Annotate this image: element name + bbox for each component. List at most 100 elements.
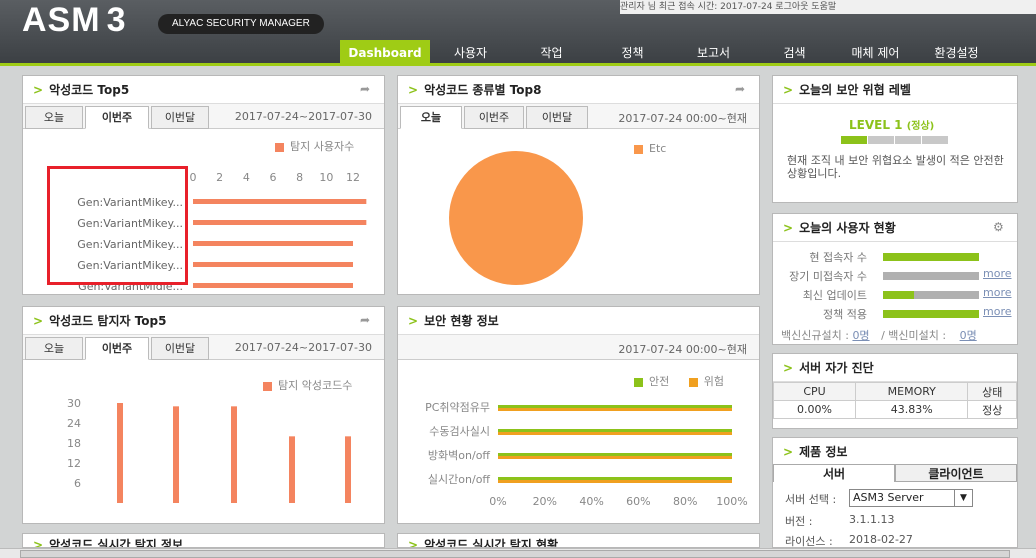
- version-value: 3.1.1.13: [849, 513, 895, 526]
- security-status-chart: PC취약점유무수동검사실시방화벽on/off 실시간on/off 0% 20% 40% 6…: [425, 400, 748, 508]
- more-link[interactable]: more: [983, 286, 1012, 299]
- tab-today[interactable]: 오늘: [25, 106, 83, 129]
- vaccine-new-link[interactable]: 0명: [852, 329, 869, 342]
- more-link[interactable]: more: [983, 305, 1012, 318]
- product-info-panel: > 제품 정보 서버 클라이언트 서버 선택 : ASM3 Server ▼ 버전 …: [772, 437, 1018, 548]
- bar-risk: [498, 408, 732, 411]
- nav-settings[interactable]: 환경설정: [916, 40, 997, 66]
- nav-search[interactable]: 검색: [754, 40, 835, 66]
- nav-media-control[interactable]: 매체 제어: [835, 40, 916, 66]
- tab-this-month[interactable]: 이번달: [151, 337, 209, 360]
- server-select[interactable]: ASM3 Server ▼: [849, 489, 973, 507]
- tab-server[interactable]: 서버: [773, 464, 895, 482]
- tab-this-month[interactable]: 이번달: [526, 106, 588, 129]
- tab-this-week[interactable]: 이번주: [85, 337, 149, 360]
- category-label: 실시간on/off: [428, 473, 490, 486]
- tab-today[interactable]: 오늘: [25, 337, 83, 360]
- panel-title: > 악성코드 Top5 ➦: [23, 76, 384, 104]
- asm-logo[interactable]: ASM 3: [22, 0, 126, 40]
- license-label: 라이선스 :: [785, 535, 833, 548]
- tab-bar: 오늘 이번주 이번달 2017-07-24~2017-07-30: [23, 335, 384, 360]
- panel-title: > 보안 현황 정보: [398, 307, 759, 335]
- bar: [193, 262, 353, 267]
- panel-title: 악성코드 실시간 탐지 정보: [49, 538, 184, 548]
- nav-policy[interactable]: 정책: [592, 40, 673, 66]
- y-tick-label: 18: [67, 437, 81, 450]
- value-status: 정상: [967, 400, 1017, 419]
- bar: [173, 406, 179, 503]
- share-arrow-icon[interactable]: ➦: [360, 314, 372, 326]
- detector-top5-panel: > 악성코드 탐지자 Top5 ➦ 오늘 이번주 이번달 2017-07-24~20…: [22, 306, 385, 524]
- realtime-detect-info-panel: > 악성코드 실시간 탐지 정보: [22, 533, 385, 548]
- top-info-strip: 관리자 님 최근 접속 시간: 2017-07-24 로그아웃 도움말: [620, 0, 1036, 14]
- main-nav: Dashboard 사용자 작업 정책 보고서 검색 매체 제어 환경설정: [340, 40, 997, 66]
- bar-safe: [498, 477, 732, 480]
- nav-dashboard[interactable]: Dashboard: [340, 40, 430, 66]
- scrollbar-thumb[interactable]: [20, 550, 1010, 558]
- value-memory: 43.83%: [855, 400, 969, 419]
- nav-users[interactable]: 사용자: [430, 40, 511, 66]
- level-segment: [895, 136, 921, 144]
- stat-row-latest-update: 최신 업데이트 more: [802, 286, 1012, 302]
- stat-bar: [883, 310, 979, 318]
- bar: [193, 241, 353, 246]
- date-bar: 2017-07-24 00:00~현재: [398, 335, 759, 360]
- nav-tasks[interactable]: 작업: [511, 40, 592, 66]
- tab-this-month[interactable]: 이번달: [151, 106, 209, 129]
- tab-this-week[interactable]: 이번주: [464, 106, 524, 129]
- tab-client[interactable]: 클라이언트: [895, 464, 1017, 482]
- panel-title: > 제품 정보: [773, 438, 1017, 466]
- header-bar: ASM 3 ALYAC SECURITY MANAGER 관리자 님 최근 접속 …: [0, 0, 1036, 66]
- x-tick-label: 12: [346, 171, 360, 184]
- level-segment: [868, 136, 894, 144]
- bar-risk: [498, 432, 732, 435]
- x-tick-label: 4: [243, 171, 250, 184]
- nav-reports[interactable]: 보고서: [673, 40, 754, 66]
- panel-title: > 악성코드 종류별 Top8 ➦: [398, 76, 759, 104]
- x-tick-label: 2: [216, 171, 223, 184]
- version-label: 버전 :: [785, 515, 813, 528]
- share-arrow-icon[interactable]: ➦: [360, 83, 372, 95]
- server-diag-table: CPU MEMORY 상태 0.00% 43.83% 정상: [772, 382, 1017, 419]
- panel-title: > 악성코드 탐지자 Top5 ➦: [23, 307, 384, 335]
- bar-risk: [498, 480, 732, 483]
- y-tick-label: 6: [74, 477, 81, 490]
- user-status-panel: > 오늘의 사용자 현황 ⚙ 현 접속자 수 장기 미접속자 수 more 최신 업…: [772, 213, 1018, 345]
- horizontal-scrollbar[interactable]: [0, 548, 1036, 558]
- x-tick-label: 100%: [716, 495, 747, 508]
- x-tick-label: 6: [270, 171, 277, 184]
- stat-bar: [883, 253, 979, 261]
- bar-safe: [498, 405, 732, 408]
- date-range: 2017-07-24~2017-07-30: [234, 341, 372, 354]
- product-tagline: ALYAC SECURITY MANAGER: [158, 14, 324, 34]
- stat-bar: [883, 272, 979, 280]
- stat-fill: [883, 291, 914, 299]
- panel-title: > 오늘의 보안 위협 레벨: [773, 76, 1017, 104]
- detector-top5-chart: 6 12 18 24 30: [67, 397, 351, 503]
- malware-type-top8-panel: > 악성코드 종류별 Top8 ➦ 오늘 이번주 이번달 2017-07-24 00…: [397, 75, 760, 295]
- stat-bar: [883, 291, 979, 299]
- pie-slice: [449, 151, 583, 285]
- threat-level-label: LEVEL 1 (정상): [849, 118, 935, 132]
- tab-bar: 오늘 이번주 이번달 2017-07-24~2017-07-30: [23, 104, 384, 129]
- stat-fill: [883, 253, 979, 261]
- bar: [289, 436, 295, 503]
- x-tick-label: 8: [296, 171, 303, 184]
- more-link[interactable]: more: [983, 267, 1012, 280]
- header-status: 상태: [967, 382, 1017, 401]
- malware-type-pie-chart: [449, 151, 583, 285]
- category-label: 수동검사실시: [429, 425, 490, 438]
- vaccine-not-link[interactable]: 0명: [960, 329, 977, 342]
- panel-title: 악성코드 실시간 탐지 현황: [424, 538, 559, 548]
- panel-title: > 서버 자가 진단: [773, 354, 1017, 382]
- tab-today[interactable]: 오늘: [400, 106, 462, 129]
- tab-this-week[interactable]: 이번주: [85, 106, 149, 129]
- bar: [193, 283, 353, 288]
- gear-icon[interactable]: ⚙: [993, 221, 1005, 233]
- x-tick-label: 20%: [533, 495, 557, 508]
- share-arrow-icon[interactable]: ➦: [735, 83, 747, 95]
- x-tick-label: 0: [190, 171, 197, 184]
- level-segment: [841, 136, 867, 144]
- security-status-panel: > 보안 현황 정보 2017-07-24 00:00~현재 안전 위험 PC취약…: [397, 306, 760, 524]
- server-select-label: 서버 선택 :: [785, 493, 837, 506]
